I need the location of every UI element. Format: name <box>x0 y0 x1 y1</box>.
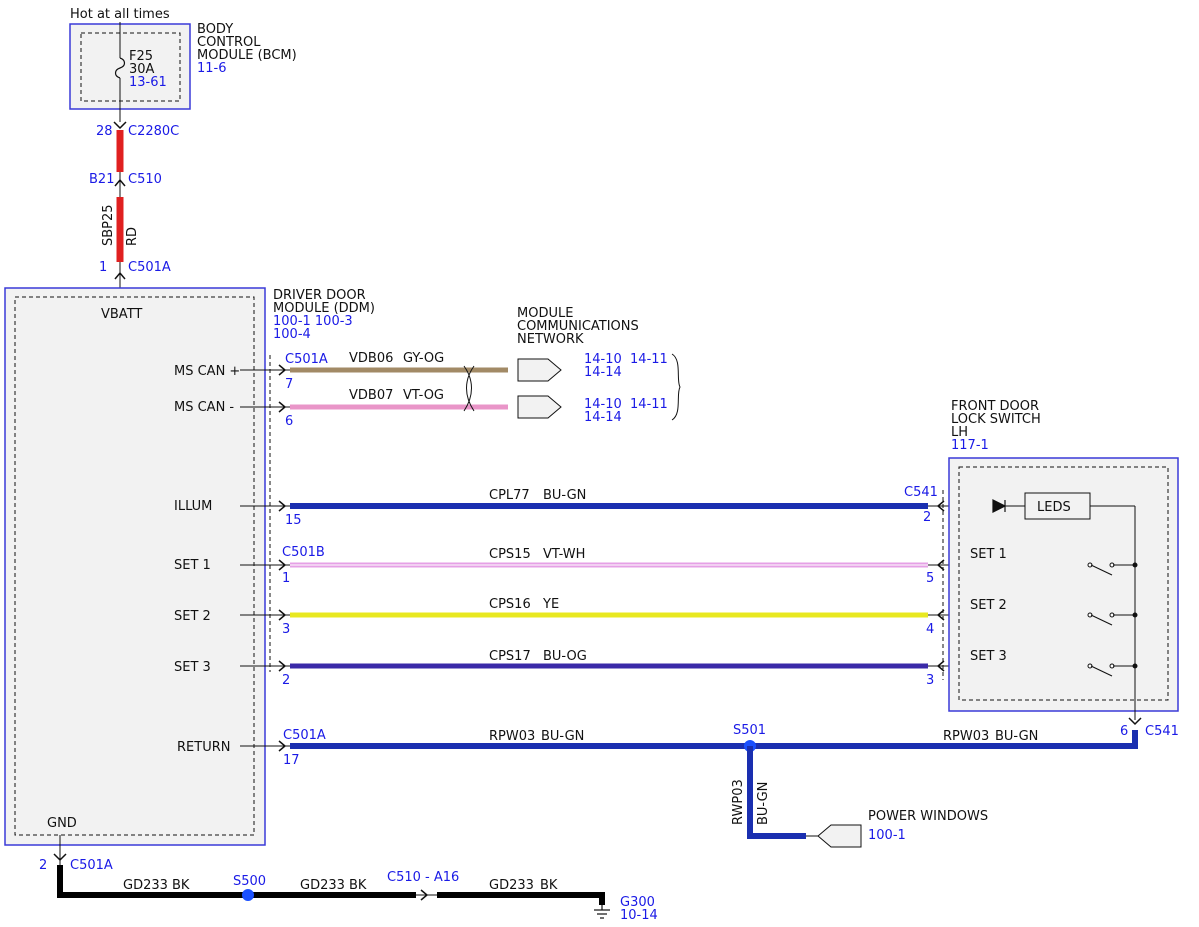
gd233-seg2-circuit: GD233 <box>300 878 345 893</box>
hot-at-all-times-label: Hot at all times <box>70 7 170 22</box>
network-minus-ref2[interactable]: 14-14 <box>584 410 622 425</box>
switch-set1-label: SET 1 <box>970 547 1007 562</box>
c501a-top-pin: 1 <box>99 260 107 275</box>
pin-label-set1: SET 1 <box>174 558 211 573</box>
cpl77-color-label: BU-GN <box>543 488 586 503</box>
ddm-gnd-label: GND <box>47 816 77 831</box>
cps17-circuit-label: CPS17 <box>489 649 531 664</box>
c2280c-pin: 28 <box>96 124 113 139</box>
cps17-pin-right: 3 <box>926 673 934 688</box>
fuse-ref[interactable]: 13-61 <box>129 75 167 90</box>
s500-label[interactable]: S500 <box>233 874 266 889</box>
cps17-pin-left: 2 <box>282 673 290 688</box>
power-windows-connector-icon[interactable] <box>817 824 862 848</box>
switch-set3-label: SET 3 <box>970 649 1007 664</box>
gd233-seg1-circuit: GD233 <box>123 878 168 893</box>
rpw03-right-color: BU-GN <box>995 729 1038 744</box>
vdb06-circuit-label: VDB06 <box>349 351 393 366</box>
cpl77-circuit-label: CPL77 <box>489 488 530 503</box>
power-windows-ref[interactable]: 100-1 <box>868 828 906 843</box>
c541-bottom-pin: 6 <box>1120 724 1128 739</box>
network-connector-minus-icon[interactable] <box>517 395 562 419</box>
network-brace-icon <box>671 353 681 421</box>
cps15-pin-left: 1 <box>282 571 290 586</box>
power-windows-label: POWER WINDOWS <box>868 809 988 824</box>
rpw03-left-color: BU-GN <box>541 729 584 744</box>
cps15-color-label: VT-WH <box>543 547 585 562</box>
c2280c-name[interactable]: C2280C <box>128 124 179 139</box>
rpw03-left-pin: 17 <box>283 753 300 768</box>
c510-ground-connector[interactable]: C510 - A16 <box>387 870 459 885</box>
pin-label-illum: ILLUM <box>174 499 212 514</box>
gd233-seg3-circuit: GD233 <box>489 878 534 893</box>
c2280c-connector-icon <box>113 121 127 130</box>
cps16-pin-left: 3 <box>282 622 290 637</box>
cps17-color-label: BU-OG <box>543 649 587 664</box>
vdb06-pin-label: 7 <box>285 377 293 392</box>
network-title-line3: NETWORK <box>517 332 584 347</box>
rpw03-left-circuit: RPW03 <box>489 729 535 744</box>
c510-pin: B21 <box>89 172 114 187</box>
wiring-diagram: Hot at all times F25 30A 13-61 BODY CONT… <box>4 7 1179 923</box>
pin-label-ms-can-minus: MS CAN - <box>174 400 234 415</box>
ddm-vbatt-label: VBATT <box>101 307 142 322</box>
cps15-pin-right: 5 <box>926 571 934 586</box>
switch-set2-label: SET 2 <box>970 598 1007 613</box>
ground-symbol-icon <box>594 905 610 919</box>
network-plus-ref2[interactable]: 14-14 <box>584 365 622 380</box>
s501-label[interactable]: S501 <box>733 723 766 738</box>
pin-label-set2: SET 2 <box>174 609 211 624</box>
rpw03-down-color: BU-GN <box>756 782 771 825</box>
cps16-circuit-label: CPS16 <box>489 597 531 612</box>
leds-label: LEDS <box>1037 500 1071 515</box>
vdb06-color-label: GY-OG <box>403 351 444 366</box>
sbp25-circuit-label: SBP25 <box>101 204 116 246</box>
c541-top-connector-label[interactable]: C541 <box>904 485 938 500</box>
gd233-wire-seg3[interactable] <box>437 892 605 905</box>
vdb06-connector-label[interactable]: C501A <box>285 352 328 367</box>
sbp25-color-label: RD <box>125 227 140 246</box>
c510-name[interactable]: C510 <box>128 172 162 187</box>
cpl77-pin-left: 15 <box>285 513 302 528</box>
cpl77-pin-right: 2 <box>923 510 931 525</box>
cps15-circuit-label: CPS15 <box>489 547 531 562</box>
pin-label-ms-can-plus: MS CAN + <box>174 364 240 379</box>
c541-bottom-connector[interactable]: C541 <box>1145 724 1179 739</box>
ddm-ref-line2[interactable]: 100-4 <box>273 327 311 342</box>
rpw03-down-circuit: RWP03 <box>731 779 746 825</box>
twisted-pair-icon <box>463 365 475 412</box>
vdb07-color-label: VT-OG <box>403 388 444 403</box>
rpw03-right-circuit: RPW03 <box>943 729 989 744</box>
pin-label-return: RETURN <box>177 740 230 755</box>
c501b-connector-label[interactable]: C501B <box>282 545 325 560</box>
cps16-pin-right: 4 <box>926 622 934 637</box>
ground-pin: 2 <box>39 858 47 873</box>
c501a-top-name[interactable]: C501A <box>128 260 171 275</box>
pin-label-set3: SET 3 <box>174 660 211 675</box>
vdb07-pin-label: 6 <box>285 414 293 429</box>
switch-ref[interactable]: 117-1 <box>951 438 989 453</box>
rpw03-left-connector[interactable]: C501A <box>283 728 326 743</box>
gd233-seg3-color: BK <box>540 878 558 893</box>
s500-splice-icon[interactable] <box>242 889 254 901</box>
network-connector-plus-icon[interactable] <box>517 358 562 382</box>
g300-ref[interactable]: 10-14 <box>620 908 658 923</box>
cps16-color-label: YE <box>542 597 559 612</box>
gd233-seg1-color: BK <box>172 878 190 893</box>
vdb07-circuit-label: VDB07 <box>349 388 393 403</box>
gd233-seg2-color: BK <box>349 878 367 893</box>
ground-connector[interactable]: C501A <box>70 858 113 873</box>
bcm-ref[interactable]: 11-6 <box>197 61 227 76</box>
